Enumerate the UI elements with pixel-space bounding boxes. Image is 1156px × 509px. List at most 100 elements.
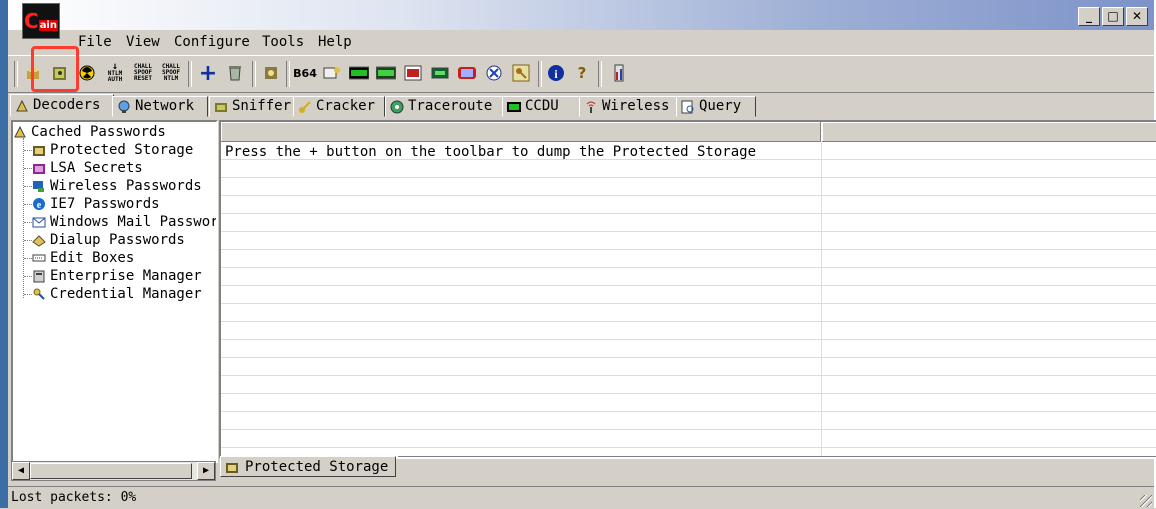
tree-item-ie7-passwords[interactable]: e IE7 Passwords xyxy=(32,195,160,213)
tree-item-protected-storage[interactable]: Protected Storage xyxy=(32,141,193,159)
info-icon[interactable]: i xyxy=(545,62,567,84)
tree-root-label: Cached Passwords xyxy=(31,124,166,140)
close-button[interactable]: ✕ xyxy=(1126,7,1148,26)
menu-configure[interactable]: Configure xyxy=(174,34,250,50)
window-box-icon[interactable] xyxy=(456,62,478,84)
certificate-icon[interactable] xyxy=(260,62,282,84)
gauge-icon[interactable] xyxy=(608,62,630,84)
tree-item-label: Windows Mail Passwor xyxy=(50,214,218,230)
tree-connector xyxy=(24,168,32,169)
tree-connector xyxy=(24,276,32,277)
network-shield-icon[interactable] xyxy=(483,62,505,84)
tree-item-label: Enterprise Manager xyxy=(50,268,202,284)
tree-root-cached-passwords[interactable]: Cached Passwords xyxy=(13,123,166,141)
status-bar: Lost packets: 0% xyxy=(8,486,1154,509)
toolbar-separator xyxy=(252,61,256,87)
menu-file[interactable]: File xyxy=(78,34,112,50)
tab-label: Sniffer xyxy=(232,98,292,114)
tree-item-dialup-passwords[interactable]: Dialup Passwords xyxy=(32,231,185,249)
tab-ccdu[interactable]: CCDU xyxy=(502,96,580,117)
tree-item-label: LSA Secrets xyxy=(50,160,143,176)
menu-bar: File View Configure Tools Help xyxy=(8,31,1154,53)
chall-spoof-reset-button[interactable]: CHALL SPOOF RESET xyxy=(130,62,156,84)
menu-tools[interactable]: Tools xyxy=(262,34,304,50)
tree-item-label: Wireless Passwords xyxy=(50,178,202,194)
menu-help[interactable]: Help xyxy=(318,34,352,50)
scroll-right-icon[interactable]: ▶ xyxy=(197,462,215,480)
lost-packets-status: Lost packets: 0% xyxy=(11,490,137,505)
tree-item-label: Edit Boxes xyxy=(50,250,135,266)
vpn-icon[interactable] xyxy=(375,62,397,84)
results-grid[interactable]: Press the + button on the toolbar to dum… xyxy=(219,120,1156,459)
tree-connector xyxy=(23,138,24,298)
enterprise-manager-icon xyxy=(33,270,45,283)
grid-message: Press the + button on the toolbar to dum… xyxy=(225,144,757,160)
tree-item-label: Protected Storage xyxy=(50,142,194,158)
windows-mail-icon xyxy=(32,217,46,228)
tab-label: Traceroute xyxy=(408,98,493,114)
hash-calculator-icon[interactable] xyxy=(321,62,343,84)
tree-item-lsa-secrets[interactable]: LSA Secrets xyxy=(32,159,143,177)
tree-connector xyxy=(24,222,32,223)
tree-item-enterprise-manager[interactable]: Enterprise Manager xyxy=(32,267,202,285)
protected-storage-icon xyxy=(33,146,45,156)
toolbar-separator xyxy=(538,61,542,87)
tree-connector xyxy=(24,258,32,259)
lsa-dump-icon[interactable] xyxy=(429,62,451,84)
logo-letter: C xyxy=(24,9,39,33)
tab-sniffer[interactable]: Sniffer xyxy=(209,96,295,117)
terminal-icon[interactable] xyxy=(348,62,370,84)
internet-explorer-icon: e xyxy=(33,198,45,211)
highlight-box xyxy=(31,46,79,92)
maximize-button[interactable]: □ xyxy=(1102,7,1124,26)
title-bar[interactable]: _ □ ✕ xyxy=(8,0,1154,30)
tree-item-windows-mail-passwords[interactable]: Windows Mail Passwor xyxy=(32,213,218,231)
chall-spoof-ntlm-button[interactable]: CHALL SPOOF NTLM xyxy=(158,62,184,84)
tab-query[interactable]: Query xyxy=(676,96,756,117)
ntlm-auth-button[interactable]: ↓ NTLM AUTH xyxy=(102,62,128,84)
tree-item-label: IE7 Passwords xyxy=(50,196,160,212)
column-header[interactable] xyxy=(822,122,1156,142)
rdp-icon[interactable] xyxy=(402,62,424,84)
tab-label: Wireless xyxy=(602,98,670,114)
decoders-icon xyxy=(16,99,28,111)
tree-item-label: Credential Manager xyxy=(50,286,202,302)
decoders-tree[interactable]: Cached Passwords Protected Storage LSA S… xyxy=(11,120,218,463)
column-header[interactable] xyxy=(221,122,821,142)
tab-cracker[interactable]: Cracker xyxy=(293,96,385,117)
recycle-bin-icon[interactable] xyxy=(224,62,246,84)
subtab-label: Protected Storage xyxy=(245,458,389,475)
credential-key-icon xyxy=(33,288,45,300)
help-question-icon[interactable]: ? xyxy=(571,62,593,84)
radiation-icon[interactable] xyxy=(76,62,98,84)
minimize-button[interactable]: _ xyxy=(1078,7,1100,26)
tree-item-credential-manager[interactable]: Credential Manager xyxy=(32,285,202,303)
tree-item-wireless-passwords[interactable]: Wireless Passwords xyxy=(32,177,202,195)
subtab-protected-storage[interactable]: Protected Storage xyxy=(220,456,396,477)
tab-traceroute[interactable]: Traceroute xyxy=(385,96,503,117)
tab-network[interactable]: Network xyxy=(112,96,208,117)
cain-window: _ □ ✕ Cain File View Configure Tools Hel… xyxy=(8,0,1156,509)
scroll-thumb[interactable] xyxy=(30,463,192,479)
globe-icon xyxy=(390,100,404,113)
cached-passwords-icon xyxy=(14,125,26,138)
tree-horizontal-scrollbar[interactable]: ◀ ▶ xyxy=(11,461,216,481)
tree-item-edit-boxes[interactable]: Edit Boxes xyxy=(32,249,134,267)
menu-view[interactable]: View xyxy=(126,34,160,50)
tree-item-label: Dialup Passwords xyxy=(50,232,185,248)
ccdu-icon xyxy=(507,101,521,112)
logo-suffix: ain xyxy=(38,20,58,31)
base64-button[interactable]: B64 xyxy=(293,62,317,84)
resize-grip-icon[interactable] xyxy=(1140,495,1152,507)
add-plus-icon[interactable]: + xyxy=(197,61,219,86)
toolbar-separator xyxy=(598,61,602,87)
toolbar-separator xyxy=(14,61,18,87)
edit-box-icon xyxy=(32,254,46,262)
subtab-strip xyxy=(398,456,1156,478)
column-divider xyxy=(821,142,822,457)
scroll-left-icon[interactable]: ◀ xyxy=(12,462,30,480)
tab-wireless[interactable]: Wireless xyxy=(579,96,679,117)
tree-connector xyxy=(24,294,32,295)
tab-decoders[interactable]: Decoders xyxy=(10,94,114,117)
key-icon[interactable] xyxy=(510,62,532,84)
